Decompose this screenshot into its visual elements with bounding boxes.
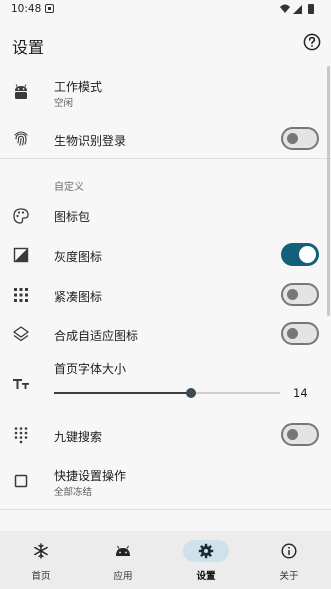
snowflake-icon [34,543,48,559]
wifi-icon [280,4,290,13]
nine-key-search-switch[interactable] [281,423,319,446]
compact-icon-switch[interactable] [281,283,319,306]
palette-icon [13,208,29,224]
adaptive-icon-row[interactable]: 合成自适应图标 [0,315,331,353]
nav-label: 设置 [196,571,216,582]
notification-icon [45,4,54,13]
adaptive-icon-switch[interactable] [281,322,319,345]
compact-icon-row[interactable]: 紧凑图标 [0,276,331,314]
nav-icon-container [100,540,146,562]
nav-label: 关于 [279,571,299,582]
switch-knob [299,246,316,263]
fingerprint-icon [14,131,28,146]
status-bar: 10:48 [0,0,331,20]
page-title: 设置 [12,38,45,57]
layers-icon [13,326,29,342]
android-icon [116,545,130,556]
quick-settings-value: 全部冻结 [54,487,93,498]
nav-icon-container [266,540,312,562]
help-circle-icon[interactable] [303,33,321,51]
gear-icon [198,543,214,559]
switch-knob [287,429,298,440]
biometric-login-switch[interactable] [281,127,319,150]
nav-apps[interactable]: 应用 [82,531,164,589]
nine-key-search-row[interactable]: 九键搜索 [0,416,331,454]
nav-label: 首页 [31,571,51,582]
custom-section-header: 自定义 [54,182,84,193]
switch-knob [287,328,298,339]
keypad-icon [14,427,28,444]
nav-settings[interactable]: 设置 [165,531,247,589]
grayscale-icon-row[interactable]: 灰度图标 [0,236,331,274]
work-mode-value: 空闲 [54,98,74,109]
settings-screen: 10:48 设置 工作模式 空闲 生物识别登录 自定义 图标包 灰度图标 紧凑图… [0,0,331,589]
android-icon [15,84,27,99]
nav-home[interactable]: 首页 [0,531,82,589]
grid-dots-icon [14,288,28,302]
switch-knob [287,133,298,144]
nav-about[interactable]: 关于 [248,531,330,589]
font-size-icon [13,379,29,389]
quick-settings-row[interactable]: 快捷设置操作 全部冻结 [0,456,331,506]
compact-icon-title: 紧凑图标 [54,290,103,304]
checkbox-icon [14,474,28,488]
nav-label: 应用 [113,571,133,582]
bottom-navigation: 首页 应用 设置 关于 [0,531,331,589]
icon-pack-title: 图标包 [54,210,91,224]
section-divider [0,158,331,159]
nav-icon-container-active [183,540,229,562]
biometric-login-row[interactable]: 生物识别登录 [0,120,331,158]
font-size-slider-thumb[interactable] [185,388,196,398]
nine-key-search-title: 九键搜索 [54,430,103,444]
battery-icon [308,4,314,14]
icon-pack-row[interactable]: 图标包 [0,198,331,234]
home-font-size-row: 首页字体大小 [0,354,331,414]
font-size-slider-fill [54,392,191,394]
grayscale-icon-title: 灰度图标 [54,250,103,264]
status-time: 10:48 [11,3,42,15]
work-mode-row[interactable]: 工作模式 空闲 [0,66,331,118]
home-font-size-title: 首页字体大小 [54,362,127,376]
work-mode-title: 工作模式 [54,80,103,94]
section-divider [0,509,331,510]
adaptive-icon-title: 合成自适应图标 [54,329,139,343]
nav-icon-container [18,540,64,562]
switch-knob [287,289,298,300]
quick-settings-title: 快捷设置操作 [54,469,127,483]
grayscale-icon-switch[interactable] [281,243,319,266]
scrollbar[interactable] [327,66,330,316]
app-bar: 设置 [0,20,331,66]
status-indicators [280,4,314,14]
font-size-slider[interactable] [54,388,280,398]
info-icon [281,543,297,559]
biometric-login-title: 生物识别登录 [54,134,127,148]
signal-icon [293,5,302,14]
grayscale-image-icon [13,247,29,263]
font-size-value: 14 [293,386,308,400]
